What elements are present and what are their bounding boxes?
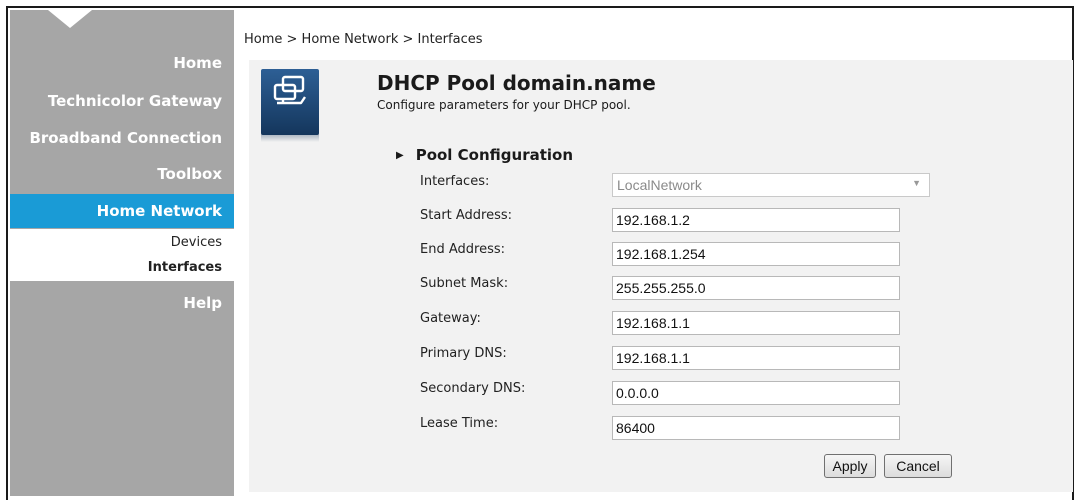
subnav: Devices Interfaces [10,229,234,281]
section-pool-configuration[interactable]: ▶ Pool Configuration [396,146,573,164]
sidebar: Home Technicolor Gateway Broadband Conne… [10,10,234,496]
lease-time-label: Lease Time: [420,416,499,431]
page-subtitle: Configure parameters for your DHCP pool. [377,98,631,112]
sidebar-item-broadband-connection[interactable]: Broadband Connection [29,129,222,147]
primary-dns-field[interactable]: 192.168.1.1 [612,346,900,370]
sidebar-item-technicolor-gateway[interactable]: Technicolor Gateway [48,92,222,110]
end-address-field[interactable]: 192.168.1.254 [612,242,900,266]
network-interface-glyph [273,75,306,105]
gateway-label: Gateway: [420,311,481,326]
end-address-label: End Address: [420,242,505,257]
apply-button[interactable]: Apply [824,454,876,478]
subnav-item-devices[interactable]: Devices [171,235,222,250]
section-title: Pool Configuration [415,146,574,164]
gateway-field[interactable]: 192.168.1.1 [612,311,900,335]
start-address-label: Start Address: [420,208,513,223]
network-interface-icon [261,69,319,142]
cancel-button[interactable]: Cancel [884,454,952,478]
chevron-down-icon: ▼ [912,178,921,188]
page-title: DHCP Pool domain.name [377,71,656,95]
expand-triangle-icon: ▶ [396,150,404,161]
start-address-field[interactable]: 192.168.1.2 [612,208,900,232]
sidebar-item-home[interactable]: Home [173,54,222,72]
sidebar-item-toolbox[interactable]: Toolbox [157,165,222,183]
content-panel: DHCP Pool domain.name Configure paramete… [249,60,1073,492]
primary-dns-label: Primary DNS: [420,346,507,361]
sidebar-item-home-network[interactable]: Home Network [10,194,234,228]
secondary-dns-label: Secondary DNS: [420,381,526,396]
interfaces-select[interactable]: LocalNetwork ▼ [612,173,930,197]
subnet-mask-label: Subnet Mask: [420,276,509,291]
lease-time-field[interactable]: 86400 [612,416,900,440]
subnav-item-interfaces[interactable]: Interfaces [148,260,222,275]
secondary-dns-field[interactable]: 0.0.0.0 [612,381,900,405]
subnet-mask-field[interactable]: 255.255.255.0 [612,276,900,300]
page-frame: Home Technicolor Gateway Broadband Conne… [6,6,1074,500]
sidebar-item-label: Home Network [96,202,222,220]
interfaces-select-value: LocalNetwork [617,177,702,193]
sidebar-item-help[interactable]: Help [183,294,222,312]
breadcrumb: Home > Home Network > Interfaces [244,32,483,47]
sidebar-notch [48,10,92,28]
interfaces-label: Interfaces: [420,174,490,189]
